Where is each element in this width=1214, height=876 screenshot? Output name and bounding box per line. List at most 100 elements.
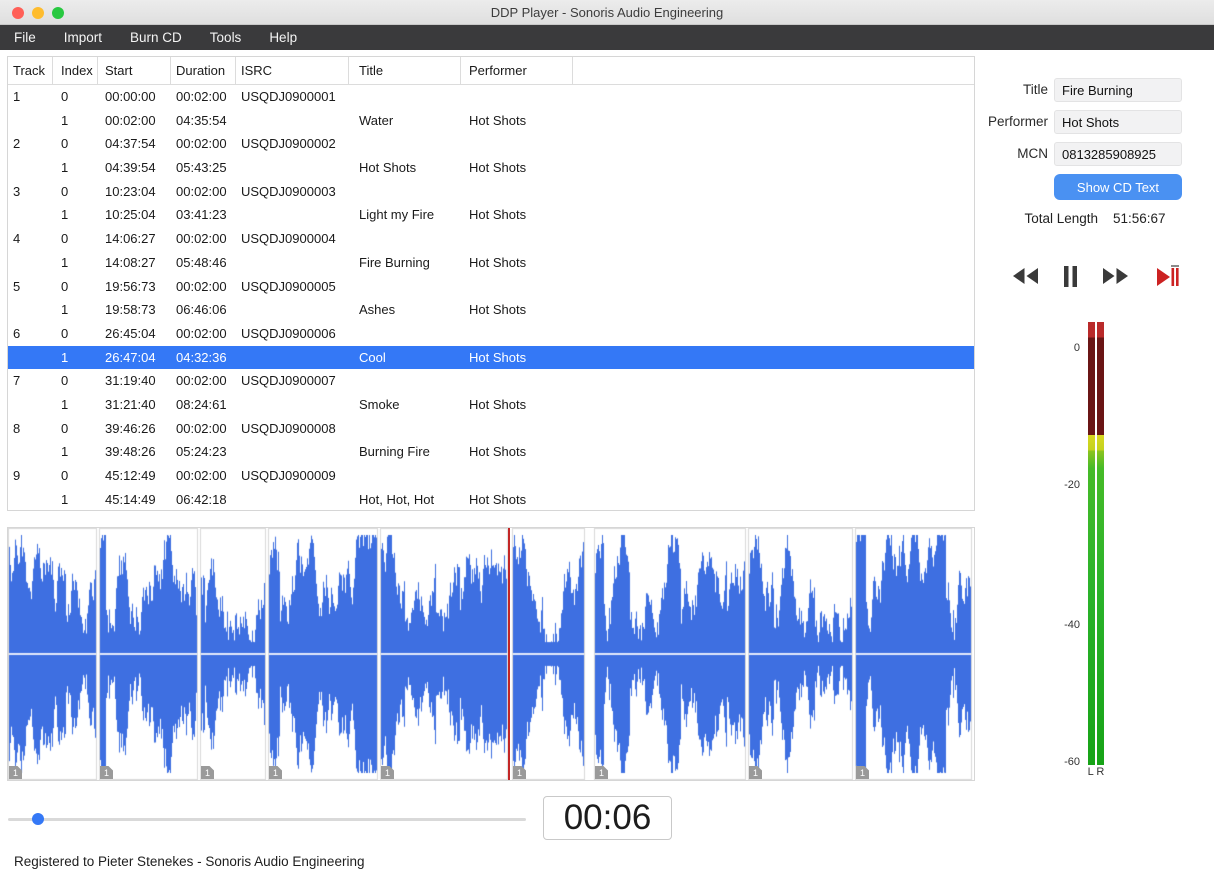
cell-title: Water: [359, 112, 394, 128]
cell-isrc: [236, 298, 349, 322]
cell-isrc: USQDJ0900006: [241, 325, 336, 341]
table-row[interactable]: 5 0 19:56:73 00:02:00 USQDJ0900005: [8, 275, 974, 299]
cell-performer: [461, 417, 573, 441]
cell-isrc: USQDJ0900005: [241, 278, 336, 294]
minimize-button[interactable]: [32, 7, 44, 19]
total-length-label: Total Length: [1024, 211, 1098, 226]
table-row[interactable]: 1 26:47:04 04:32:36 Cool Hot Shots: [8, 345, 974, 370]
menu-import[interactable]: Import: [50, 25, 116, 50]
table-row[interactable]: 1 10:25:04 03:41:23 Light my Fire Hot Shots: [8, 203, 974, 227]
rewind-button[interactable]: [1012, 267, 1039, 285]
cell-title: [349, 275, 461, 299]
menu-help[interactable]: Help: [255, 25, 311, 50]
cell-isrc: [236, 109, 349, 133]
cell-title: Cool: [359, 349, 386, 365]
time-display: 00:06: [543, 796, 672, 840]
cell-performer: [461, 369, 573, 393]
cell-start: 00:02:00: [105, 112, 156, 128]
cell-duration: 00:02:00: [176, 136, 227, 152]
table-row[interactable]: 4 0 14:06:27 00:02:00 USQDJ0900004: [8, 227, 974, 251]
cell-index: 0: [61, 89, 69, 104]
cell-performer: [461, 85, 573, 109]
table-row[interactable]: 1 19:58:73 06:46:06 Ashes Hot Shots: [8, 298, 974, 322]
table-row[interactable]: 1 31:21:40 08:24:61 Smoke Hot Shots: [8, 393, 974, 417]
cell-index: 1: [61, 207, 69, 223]
cell-title: [349, 369, 461, 393]
cell-empty: [573, 227, 974, 251]
table-row[interactable]: 1 14:08:27 05:48:46 Fire Burning Hot Shots: [8, 251, 974, 275]
pause-icon: [1064, 265, 1077, 287]
cell-track: 6: [13, 325, 21, 341]
table-row[interactable]: 7 0 31:19:40 00:02:00 USQDJ0900007: [8, 369, 974, 393]
waveform-display[interactable]: [8, 528, 974, 780]
cell-isrc: [236, 393, 349, 417]
column-header-track: Track: [8, 57, 53, 84]
column-header-isrc: ISRC: [236, 57, 349, 84]
play-to-marker-button[interactable]: [1153, 264, 1180, 288]
seek-slider-track[interactable]: [8, 818, 526, 821]
table-row[interactable]: 2 0 04:37:54 00:02:00 USQDJ0900002: [8, 132, 974, 156]
menu-burn-cd[interactable]: Burn CD: [116, 25, 196, 50]
show-cd-text-button[interactable]: Show CD Text: [1054, 174, 1182, 200]
waveform-panel: 111111111: [7, 527, 975, 781]
cell-start: 10:25:04: [105, 207, 156, 223]
fast-forward-button[interactable]: [1102, 267, 1129, 285]
cell-start: 39:46:26: [105, 420, 156, 436]
cell-duration: 00:02:00: [176, 325, 227, 341]
cell-track: 1: [13, 89, 21, 104]
cell-empty: [573, 298, 974, 322]
cell-track: [8, 346, 53, 370]
seek-slider[interactable]: [8, 812, 526, 826]
table-row[interactable]: 1 45:14:49 06:42:18 Hot, Hot, Hot Hot Shots: [8, 488, 974, 510]
cell-isrc: [236, 346, 349, 370]
close-button[interactable]: [12, 7, 24, 19]
table-row[interactable]: 6 0 26:45:04 00:02:00 USQDJ0900006: [8, 322, 974, 346]
cell-start: 45:14:49: [105, 491, 156, 507]
seek-slider-thumb[interactable]: [32, 813, 44, 825]
cell-performer: Hot Shots: [469, 207, 527, 223]
column-header-title: Title: [349, 57, 461, 84]
table-row[interactable]: 9 0 45:12:49 00:02:00 USQDJ0900009: [8, 464, 974, 488]
cell-duration: 00:02:00: [176, 420, 227, 436]
menu-file[interactable]: File: [0, 25, 50, 50]
cell-track: [8, 203, 53, 227]
cell-duration: 04:32:36: [176, 349, 227, 365]
cell-start: 39:48:26: [105, 444, 156, 460]
cell-empty: [573, 180, 974, 204]
cell-track: [8, 440, 53, 464]
cell-isrc: USQDJ0900003: [241, 183, 336, 199]
table-row[interactable]: 8 0 39:46:26 00:02:00 USQDJ0900008: [8, 417, 974, 441]
playhead-cursor: [508, 528, 510, 780]
table-row[interactable]: 1 04:39:54 05:43:25 Hot Shots Hot Shots: [8, 156, 974, 180]
menu-tools[interactable]: Tools: [196, 25, 256, 50]
cell-performer: [461, 227, 573, 251]
cell-title: Ashes: [359, 302, 396, 318]
cell-track: [8, 156, 53, 180]
cell-index: 0: [61, 136, 69, 152]
menu-bar: File Import Burn CD Tools Help: [0, 25, 1214, 50]
cell-performer: Hot Shots: [469, 491, 527, 507]
table-row[interactable]: 3 0 10:23:04 00:02:00 USQDJ0900003: [8, 180, 974, 204]
cell-isrc: USQDJ0900008: [241, 420, 336, 436]
cell-duration: 06:46:06: [176, 302, 227, 318]
cell-track: [8, 298, 53, 322]
table-row[interactable]: 1 0 00:00:00 00:02:00 USQDJ0900001: [8, 85, 974, 109]
cell-title: Burning Fire: [359, 444, 430, 460]
cell-start: 00:00:00: [105, 89, 156, 104]
cell-index: 1: [61, 302, 69, 318]
cell-isrc: USQDJ0900002: [241, 136, 336, 152]
zoom-button[interactable]: [52, 7, 64, 19]
table-row[interactable]: 1 00:02:00 04:35:54 Water Hot Shots: [8, 109, 974, 133]
cell-title: [349, 464, 461, 488]
mcn-input[interactable]: [1054, 142, 1182, 166]
status-bar: Registered to Pieter Stenekes - Sonoris …: [14, 854, 365, 869]
cell-performer: Hot Shots: [469, 302, 527, 318]
title-input[interactable]: [1054, 78, 1182, 102]
table-row[interactable]: 1 39:48:26 05:24:23 Burning Fire Hot Shots: [8, 440, 974, 464]
pause-button[interactable]: [1063, 265, 1078, 287]
cell-isrc: USQDJ0900007: [241, 373, 336, 389]
cell-performer: Hot Shots: [469, 254, 527, 270]
cell-title: [349, 322, 461, 346]
cell-duration: 00:02:00: [176, 468, 227, 483]
performer-input[interactable]: [1054, 110, 1182, 134]
